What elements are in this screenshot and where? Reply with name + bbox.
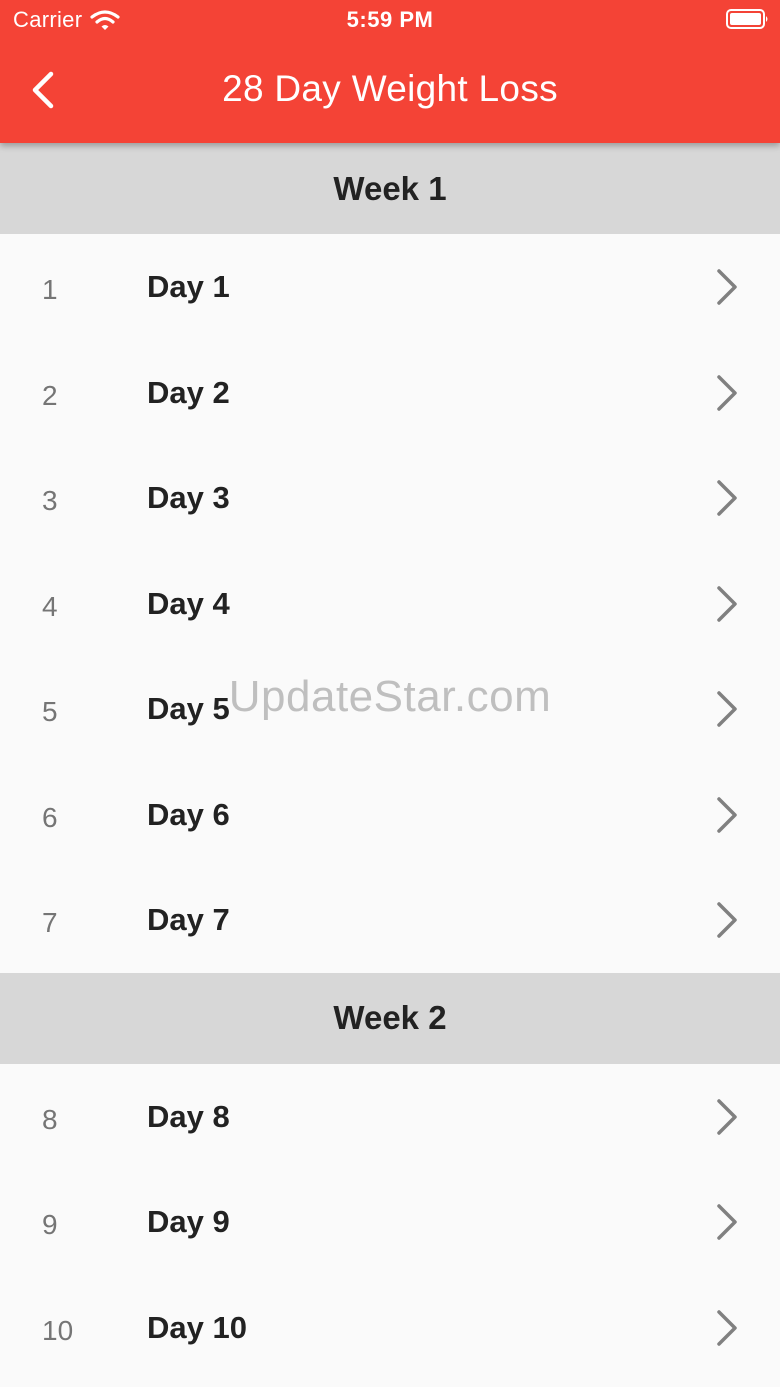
chevron-right-icon	[717, 585, 737, 622]
day-row-4[interactable]: 4 Day 4	[0, 550, 780, 656]
day-number: 6	[42, 801, 58, 833]
battery-icon	[726, 9, 768, 29]
chevron-right-icon	[717, 691, 737, 727]
day-number: 8	[42, 1103, 58, 1135]
chevron-right-icon	[717, 796, 737, 833]
day-number: 4	[42, 590, 58, 622]
day-label: Day 5	[147, 691, 230, 726]
day-number: 10	[42, 1314, 74, 1346]
day-label: Day 6	[147, 796, 230, 832]
day-number: 3	[42, 485, 58, 516]
day-number: 2	[42, 379, 58, 411]
status-time: 5:59 PM	[346, 7, 434, 32]
chevron-right-icon	[717, 902, 737, 938]
status-bar: Carrier 5:59 PM	[0, 0, 780, 40]
day-label: Day 1	[147, 269, 230, 304]
day-label: Day 10	[147, 1309, 247, 1345]
day-number: 5	[42, 696, 58, 727]
day-row-10[interactable]: 10 Day 10	[0, 1274, 780, 1380]
day-label: Day 9	[147, 1204, 230, 1239]
day-list: Week 1 1 Day 1 2 Day 2 3 Day 3 4 Day 4 5…	[0, 143, 780, 1380]
day-label: Day 8	[147, 1098, 230, 1134]
day-number: 1	[42, 274, 58, 305]
day-label: Day 3	[147, 480, 230, 515]
chevron-right-icon	[717, 1098, 737, 1135]
day-row-6[interactable]: 6 Day 6	[0, 761, 780, 867]
day-number: 7	[42, 907, 58, 938]
day-label: Day 2	[147, 374, 230, 410]
day-row-9[interactable]: 9 Day 9	[0, 1169, 780, 1275]
page-title: 28 Day Weight Loss	[222, 68, 558, 109]
day-label: Day 4	[147, 585, 230, 621]
day-row-1[interactable]: 1 Day 1	[0, 234, 780, 340]
app-bar: Carrier 5:59 PM 28 Day Weight Loss	[0, 0, 780, 143]
day-row-3[interactable]: 3 Day 3	[0, 445, 780, 551]
week-header: Week 1	[0, 143, 780, 234]
day-number: 9	[42, 1209, 58, 1240]
chevron-right-icon	[717, 480, 737, 516]
day-row-7[interactable]: 7 Day 7	[0, 867, 780, 973]
chevron-right-icon	[717, 374, 737, 411]
day-row-5[interactable]: 5 Day 5	[0, 656, 780, 762]
chevron-right-icon	[717, 1204, 737, 1240]
chevron-right-icon	[717, 269, 737, 305]
day-label: Day 7	[147, 902, 230, 937]
day-row-2[interactable]: 2 Day 2	[0, 339, 780, 445]
day-row-8[interactable]: 8 Day 8	[0, 1063, 780, 1169]
week-header: Week 2	[0, 972, 780, 1064]
chevron-right-icon	[717, 1309, 737, 1346]
toolbar: 28 Day Weight Loss	[0, 40, 780, 143]
